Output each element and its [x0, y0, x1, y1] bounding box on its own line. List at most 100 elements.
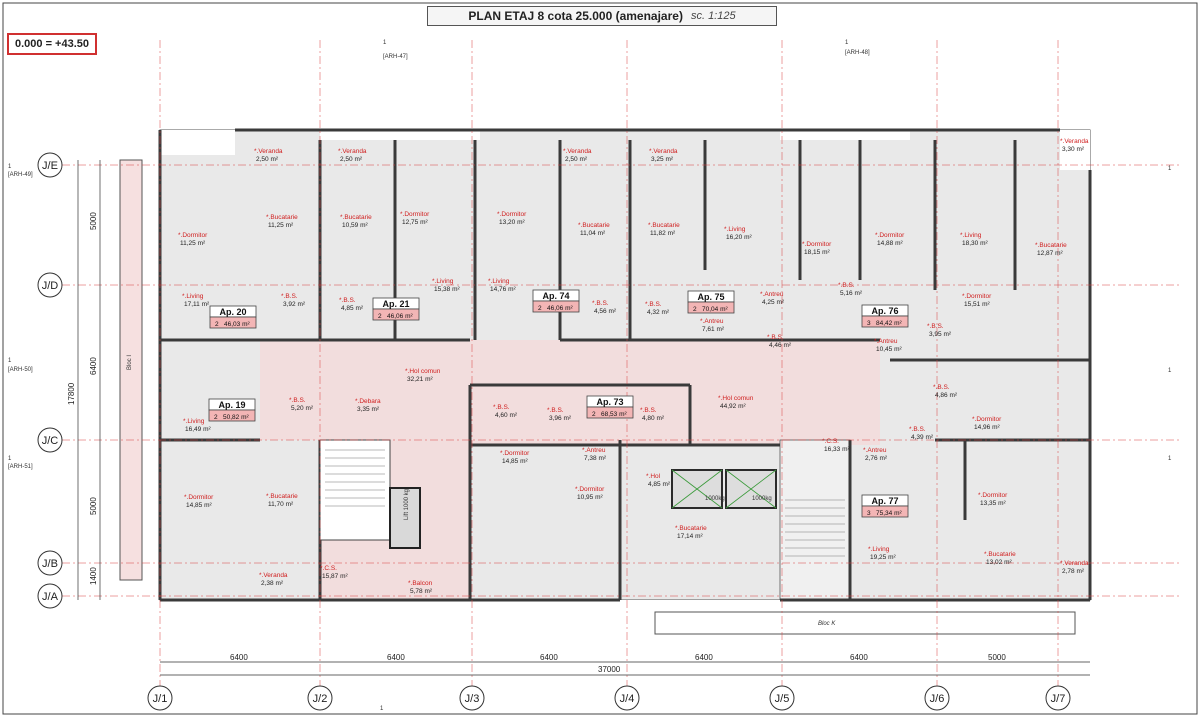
- room-name: *.Dormitor: [802, 241, 832, 248]
- room-label: *.Antreu7,38 m²: [582, 447, 607, 462]
- grid-col-label: J/4: [620, 693, 635, 705]
- grid-col-label: J/5: [775, 693, 790, 705]
- apartment-area: 50,82 m²: [223, 414, 249, 421]
- apartment-name: Ap. 20: [219, 307, 246, 317]
- section-mark-1: 1: [383, 40, 387, 46]
- room-name: *.Living: [432, 278, 454, 285]
- grid-col-label: J/7: [1051, 693, 1066, 705]
- room-name: *.C.S.: [822, 438, 839, 445]
- apartment-area: 68,53 m²: [601, 411, 627, 418]
- left-dim-1: 5000: [89, 212, 98, 230]
- apartment-tag: Ap. 773 75,34 m²: [861, 494, 909, 518]
- apartment-tag: Ap. 763 84,42 m²: [861, 304, 909, 328]
- left-dim-total: 17800: [67, 382, 76, 405]
- room-area: 4,80 m²: [642, 415, 665, 422]
- bottom-dim-total: 37000: [598, 665, 621, 674]
- room-label: *.Dormitor14,85 m²: [500, 450, 530, 465]
- room-name: *.B.S.: [493, 404, 510, 411]
- room-area: 14,85 m²: [502, 458, 528, 465]
- room-area: 32,21 m²: [407, 376, 433, 383]
- room-area: 3,35 m²: [357, 406, 380, 413]
- room-name: *.Living: [488, 278, 510, 285]
- room-name: *.B.S.: [767, 334, 784, 341]
- room-name: *.Dormitor: [500, 450, 530, 457]
- section-mark-7: 1: [1168, 456, 1172, 462]
- bottom-dimensions: 6400 6400 6400 6400 6400 5000 37000: [160, 653, 1090, 676]
- grid-col-label: J/1: [153, 693, 168, 705]
- bottom-dim-2: 6400: [387, 653, 405, 662]
- room-area: 15,87 m²: [322, 573, 348, 580]
- room-area: 10,59 m²: [342, 222, 368, 229]
- room-name: *.Balcon: [408, 580, 433, 587]
- room-name: *.Veranda: [254, 148, 283, 155]
- room-area: 11,04 m²: [580, 230, 606, 237]
- room-area: 14,85 m²: [186, 502, 212, 509]
- apartment-rooms: 2: [378, 313, 382, 320]
- room-area: 4,39 m²: [911, 434, 934, 441]
- bottom-dim-5: 6400: [850, 653, 868, 662]
- room-name: *.Antreu: [582, 447, 606, 454]
- apartment-rooms: 2: [592, 411, 596, 418]
- room-area: 11,25 m²: [180, 240, 206, 247]
- room-name: *.Dormitor: [575, 486, 605, 493]
- apartment-area: 46,06 m²: [387, 313, 413, 320]
- left-dim-2: 6400: [89, 357, 98, 375]
- grid-row-label: J/D: [42, 280, 59, 292]
- apartment-name: Ap. 21: [382, 299, 409, 309]
- building-floor: [119, 129, 1091, 635]
- room-label: *.Dormitor11,25 m²: [178, 232, 208, 247]
- ref-arh-47: [ARH-47]: [383, 54, 408, 60]
- grid-row-label: J/B: [42, 558, 58, 570]
- room-name: *.Veranda: [338, 148, 367, 155]
- room-area: 14,76 m²: [490, 286, 516, 293]
- room-area: 4,25 m²: [762, 299, 785, 306]
- grid-row-label: J/A: [42, 591, 59, 603]
- lift-label: Lift 1000 kg: [404, 489, 410, 520]
- room-area: 5,16 m²: [840, 290, 863, 297]
- room-area: 15,51 m²: [964, 301, 990, 308]
- apartment-rooms: 3: [867, 510, 871, 517]
- room-area: 11,82 m²: [650, 230, 676, 237]
- room-area: 17,14 m²: [677, 533, 703, 540]
- room-name: *.Living: [183, 418, 205, 425]
- room-name: *.Dormitor: [184, 494, 214, 501]
- room-label: *.Dormitor13,20 m²: [497, 211, 527, 226]
- bloc-i-label: Bloc I: [127, 355, 133, 370]
- section-mark-5: 1: [8, 456, 12, 462]
- apartment-rooms: 2: [693, 306, 697, 313]
- section-mark-6: 1: [380, 706, 384, 712]
- room-name: *.Bucatarie: [266, 214, 298, 221]
- room-name: *.Living: [960, 232, 982, 239]
- room-area: 12,75 m²: [402, 219, 428, 226]
- room-name: *.Bucatarie: [340, 214, 372, 221]
- room-name: *.Antreu: [863, 447, 887, 454]
- room-label: *.Dormitor13,35 m²: [978, 492, 1008, 507]
- room-name: *.Dormitor: [400, 211, 430, 218]
- bottom-dim-3: 6400: [540, 653, 558, 662]
- room-label: *.Bucatarie12,87 m²: [1035, 242, 1067, 257]
- room-label: *.Dormitor15,51 m²: [962, 293, 992, 308]
- room-label: *.Dormitor12,75 m²: [400, 211, 430, 226]
- room-name: *.B.S.: [289, 397, 306, 404]
- room-area: 3,96 m²: [549, 415, 572, 422]
- room-name: *.Bucatarie: [1035, 242, 1067, 249]
- apartment-tag: Ap. 202 46,03 m²: [209, 305, 257, 329]
- room-name: *.Hol comun: [718, 395, 754, 402]
- room-name: *.Debara: [355, 398, 381, 405]
- room-area: 3,25 m²: [651, 156, 674, 163]
- apartment-name: Ap. 75: [697, 292, 724, 302]
- room-area: 4,56 m²: [594, 308, 617, 315]
- apartment-rooms: 2: [215, 321, 219, 328]
- room-area: 11,25 m²: [268, 222, 294, 229]
- room-area: 19,25 m²: [870, 554, 896, 561]
- room-area: 11,70 m²: [268, 501, 294, 508]
- room-label: *.Dormitor18,15 m²: [802, 241, 832, 256]
- room-area: 3,95 m²: [929, 331, 952, 338]
- room-label: *.Dormitor14,88 m²: [875, 232, 905, 247]
- apartment-rooms: 2: [538, 305, 542, 312]
- room-area: 13,02 m²: [986, 559, 1012, 566]
- room-area: 13,35 m²: [980, 500, 1006, 507]
- grid-row-label: J/E: [42, 160, 58, 172]
- apartment-tag: Ap. 212 46,06 m²: [372, 297, 420, 321]
- room-name: *.B.S.: [927, 323, 944, 330]
